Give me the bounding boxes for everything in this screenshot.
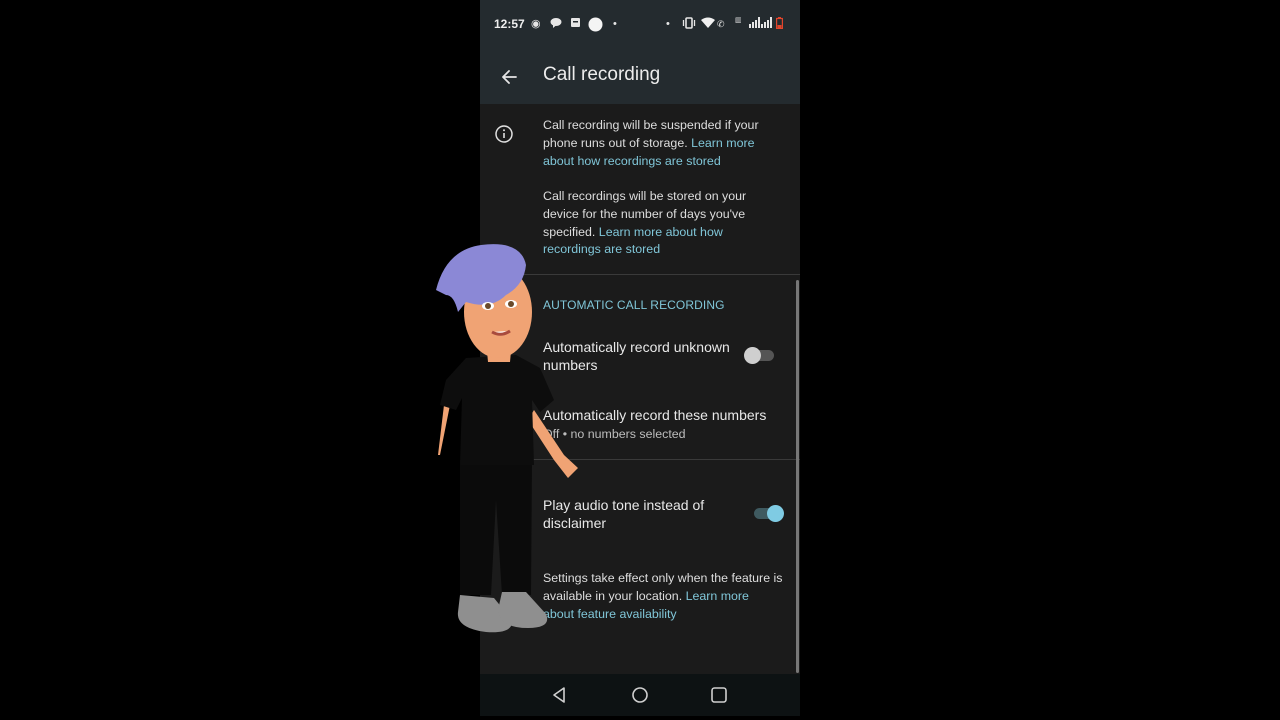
back-triangle-icon[interactable] [548,684,570,706]
small-dot-icon: • [666,18,670,30]
cartoon-avatar-overlay [436,244,578,633]
arrow-back-icon [502,70,517,84]
recents-square-icon[interactable] [708,684,730,706]
audio-tone-toggle[interactable] [754,505,784,522]
vibrate-icon [682,17,696,33]
status-time: 12:57 [494,17,525,31]
status-bar: 12:57 ◉ • • ✆ ▥ [480,0,800,50]
chat-bubble-icon [550,17,562,33]
wifi-calling-icon: ✆ [717,19,725,29]
page-title: Call recording [543,64,661,85]
battery-low-icon [776,17,784,33]
circle-dot-icon [588,17,603,36]
volte-icon: ▥ [735,17,742,24]
scrollbar[interactable] [796,280,799,673]
wifi-icon [701,17,715,32]
signal-icon [749,17,760,32]
toggle-thumb [744,347,761,364]
calendar-icon [571,17,580,31]
record-unknown-toggle[interactable] [744,347,776,364]
navigation-bar [480,674,800,716]
signal-icon [761,17,772,32]
screen-record-icon: ◉ [531,18,541,30]
info-icon [495,125,513,143]
back-button[interactable] [494,62,524,92]
toggle-thumb [767,505,784,522]
app-bar: Call recording [480,50,800,104]
storage-info-text: Call recording will be suspended if your… [543,118,759,168]
small-dot-icon: • [613,18,617,30]
home-circle-icon[interactable] [629,684,651,706]
